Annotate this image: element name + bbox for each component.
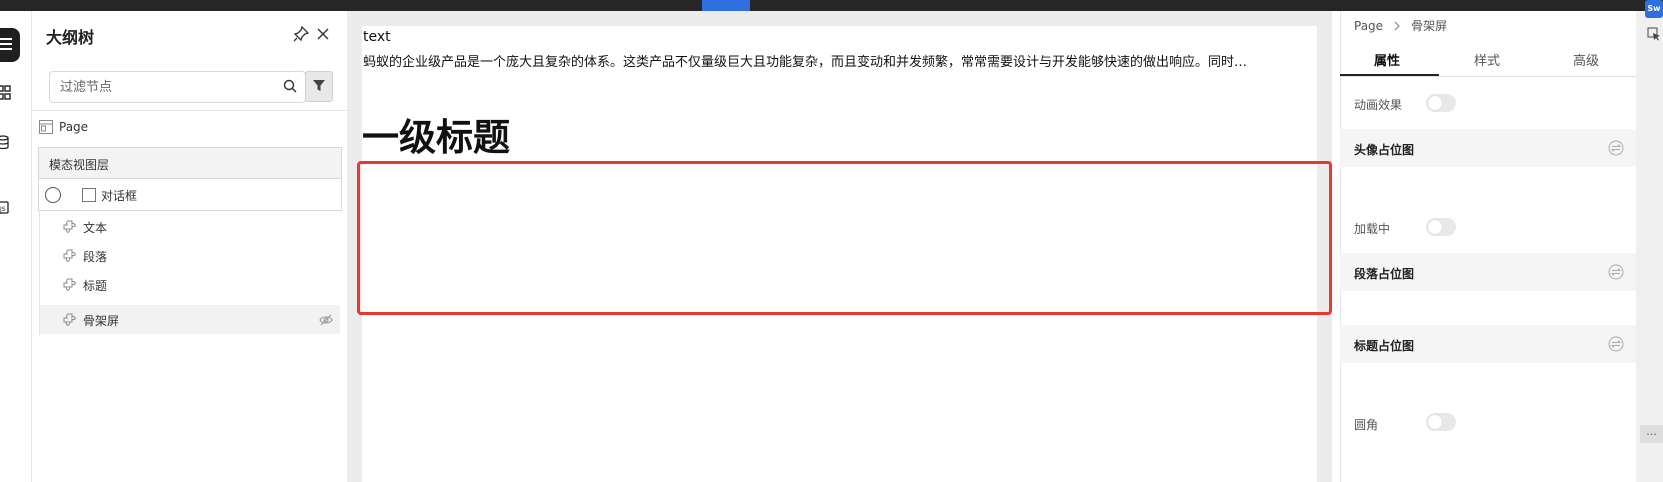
section-title: 头像占位图	[1354, 143, 1415, 157]
component-icon	[63, 220, 76, 233]
outline-title: 大纲树	[46, 28, 95, 47]
tree-node-page-label: Page	[59, 120, 89, 134]
eye-hidden-icon[interactable]	[319, 313, 333, 327]
tree-node-label: 段落	[83, 250, 108, 264]
modal-layer-header[interactable]: 模态视图层	[39, 148, 341, 179]
filter-input[interactable]	[58, 72, 277, 102]
top-bar-indicator	[702, 0, 750, 11]
dialog-icon	[82, 188, 96, 202]
page-icon	[39, 120, 53, 134]
tab-style[interactable]: 样式	[1474, 50, 1500, 69]
loading-label: 加载中	[1354, 222, 1391, 236]
tree-node-label: 骨架屏	[83, 314, 120, 328]
cursor-select-icon[interactable]	[1647, 27, 1661, 41]
properties-panel	[1340, 11, 1637, 482]
tree-node-text[interactable]: 文本	[40, 212, 340, 241]
modal-layer-label: 模态视图层	[49, 158, 110, 172]
title-placeholder-section: 标题占位图	[1340, 325, 1636, 363]
swap-icon[interactable]	[1608, 336, 1624, 352]
properties-tabs: 属性 样式 高级	[1340, 43, 1636, 77]
tree-node-page[interactable]: Page	[39, 117, 88, 137]
funnel-icon	[313, 80, 325, 91]
swap-icon[interactable]	[1608, 264, 1624, 280]
tree-node-label: 文本	[83, 221, 108, 235]
section-title: 段落占位图	[1354, 267, 1415, 281]
tree-node-paragraph[interactable]: 段落	[40, 241, 340, 270]
code-icon[interactable]: JS	[0, 200, 12, 216]
section-title: 标题占位图	[1354, 339, 1415, 353]
components-icon[interactable]	[0, 85, 12, 101]
top-bar	[0, 0, 1663, 11]
avatar-placeholder-section: 头像占位图	[1340, 129, 1636, 167]
canvas-text-component[interactable]: text	[363, 29, 391, 45]
tree-node-heading[interactable]: 标题	[40, 270, 340, 299]
loading-toggle[interactable]	[1426, 218, 1456, 236]
dialog-visibility-radio[interactable]	[45, 187, 61, 203]
canvas-heading-component[interactable]: 一级标题	[362, 116, 510, 160]
animation-toggle[interactable]	[1426, 94, 1456, 112]
right-edge-strip	[1636, 11, 1663, 482]
edge-badge[interactable]: Sw	[1645, 0, 1663, 18]
more-button[interactable]: ...	[1640, 425, 1663, 443]
component-icon	[63, 313, 76, 326]
dialog-label: 对话框	[101, 189, 138, 203]
tab-properties[interactable]: 属性	[1374, 50, 1400, 69]
chevron-right-icon	[1394, 21, 1400, 30]
active-tab-indicator	[1340, 74, 1439, 76]
filter-button[interactable]	[305, 71, 333, 102]
outline-tree-button[interactable]	[0, 28, 20, 62]
tree-node-dialog[interactable]: 对话框	[39, 179, 341, 210]
tree-node-skeleton[interactable]: 骨架屏	[40, 305, 340, 334]
breadcrumb-page[interactable]: Page	[1354, 19, 1383, 33]
close-icon[interactable]	[315, 26, 331, 42]
outline-divider	[32, 110, 347, 111]
pin-icon[interactable]	[293, 26, 309, 42]
outline-icon	[0, 38, 12, 50]
animation-label: 动画效果	[1354, 98, 1403, 112]
round-corner-toggle[interactable]	[1426, 413, 1456, 431]
paragraph-placeholder-section: 段落占位图	[1340, 253, 1636, 291]
canvas-paragraph-component[interactable]: 蚂蚁的企业级产品是一个庞大且复杂的体系。这类产品不仅量级巨大且功能复杂，而且变动…	[363, 51, 1313, 70]
datasource-icon[interactable]	[0, 135, 12, 151]
breadcrumb: Page 骨架屏	[1354, 17, 1447, 34]
filter-field	[49, 71, 306, 103]
svg-text:JS: JS	[0, 206, 6, 213]
tab-advanced[interactable]: 高级	[1573, 50, 1599, 69]
round-corner-label: 圆角	[1354, 418, 1379, 432]
tree-node-label: 标题	[83, 279, 108, 293]
component-icon	[63, 249, 76, 262]
search-icon[interactable]	[283, 79, 297, 93]
breadcrumb-current: 骨架屏	[1411, 19, 1448, 33]
component-icon	[63, 278, 76, 291]
swap-icon[interactable]	[1608, 140, 1624, 156]
modal-view-layer: 模态视图层 对话框	[38, 147, 342, 211]
canvas-skeleton-component-selected[interactable]	[357, 161, 1332, 315]
icon-rail	[0, 11, 32, 482]
